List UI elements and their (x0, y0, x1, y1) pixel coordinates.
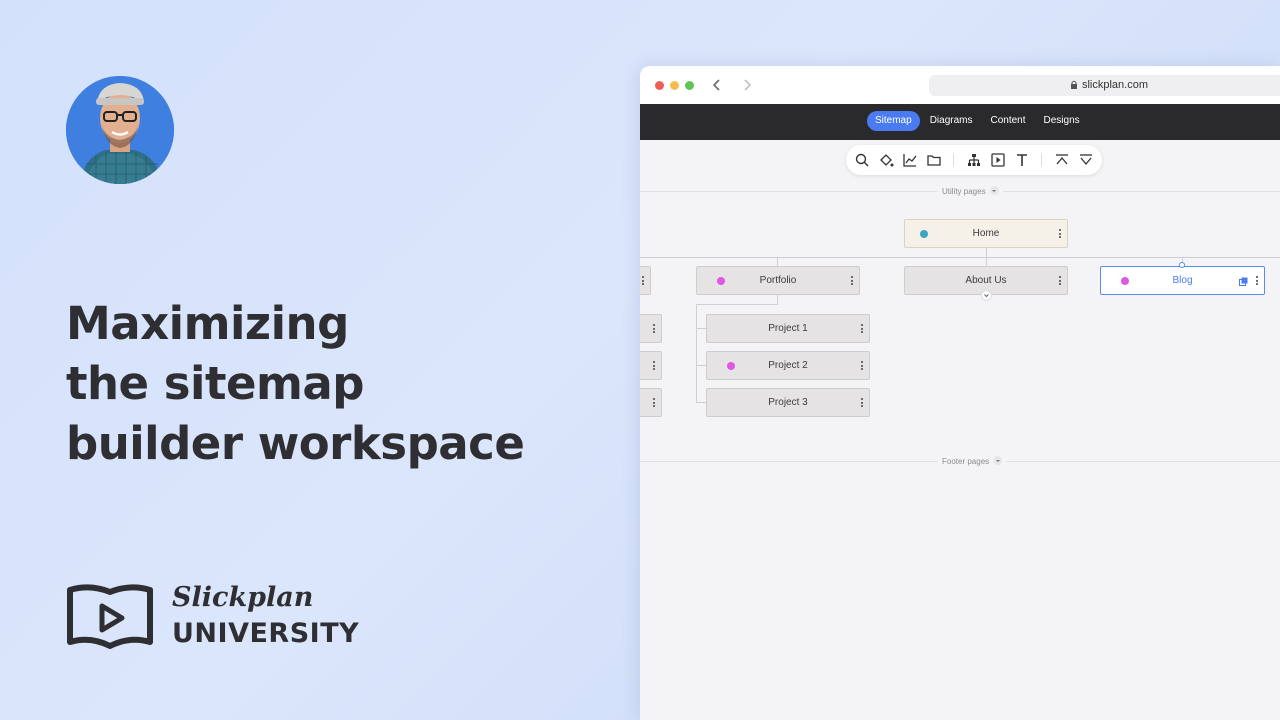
chevron-left-icon[interactable] (711, 78, 723, 92)
node-partial-left[interactable] (640, 388, 662, 417)
more-vertical-icon[interactable] (1059, 229, 1061, 238)
more-vertical-icon[interactable] (1059, 276, 1061, 285)
url-text: slickplan.com (1081, 79, 1149, 91)
chevron-down-icon[interactable] (989, 186, 999, 195)
slickplan-university-logo: Slickplan UNIVERSITY (66, 582, 376, 654)
more-vertical-icon[interactable] (653, 398, 655, 407)
utility-pages-label[interactable]: Utility pages (938, 186, 1003, 196)
search-icon[interactable] (854, 152, 870, 168)
close-window-dot[interactable] (655, 81, 664, 90)
node-label: Project 1 (768, 323, 808, 334)
more-vertical-icon[interactable] (653, 324, 655, 333)
connector (640, 257, 1280, 258)
chart-line-icon[interactable] (902, 152, 918, 168)
node-color-dot (1121, 277, 1129, 285)
folder-icon[interactable] (926, 152, 942, 168)
node-label: Project 3 (768, 397, 808, 408)
toolbar-divider (1041, 154, 1042, 166)
app-header: Sitemap Diagrams Content Designs (640, 104, 1280, 140)
chevron-down-icon (984, 294, 989, 298)
address-bar[interactable]: slickplan.com (929, 75, 1280, 96)
connector (696, 304, 697, 402)
collapse-up-icon[interactable] (1054, 152, 1070, 168)
expand-down-icon[interactable] (1078, 152, 1094, 168)
connector (986, 248, 987, 266)
node-label: Blog (1172, 275, 1193, 286)
connector (777, 295, 778, 304)
title-line-1: Maximizing (66, 297, 349, 350)
connector (696, 402, 706, 403)
node-label: Portfolio (759, 275, 797, 286)
more-vertical-icon[interactable] (642, 276, 644, 285)
title-line-2: the sitemap (66, 357, 364, 410)
minimize-window-dot[interactable] (670, 81, 679, 90)
tab-sitemap[interactable]: Sitemap (867, 111, 920, 131)
footer-pages-text: Footer pages (942, 457, 990, 466)
maximize-window-dot[interactable] (685, 81, 694, 90)
node-blog[interactable]: Blog (1100, 266, 1265, 295)
node-partial-left[interactable] (640, 314, 662, 343)
presenter-avatar (66, 76, 174, 184)
node-partial-left[interactable] (640, 351, 662, 380)
sitemap-toolbar (846, 145, 1102, 175)
node-color-dot (920, 230, 928, 238)
node-label: About Us (965, 275, 1007, 286)
connector (696, 365, 706, 366)
more-vertical-icon[interactable] (861, 361, 863, 370)
page-title: Maximizing the sitemap builder workspace (66, 294, 586, 474)
toolbar-divider (953, 154, 954, 166)
lock-icon (1070, 80, 1077, 89)
book-play-icon (67, 584, 153, 649)
node-color-dot (717, 277, 725, 285)
brand-name-script: Slickplan (172, 582, 314, 613)
browser-window: slickplan.com Sitemap Diagrams Content D… (640, 66, 1280, 720)
node-project-1[interactable]: Project 1 (706, 314, 870, 343)
node-label: Project 2 (768, 360, 808, 371)
utility-pages-text: Utility pages (942, 187, 986, 196)
title-line-3: builder workspace (66, 417, 525, 470)
app-tabs: Sitemap Diagrams Content Designs (867, 111, 1088, 131)
node-color-dot (727, 362, 735, 370)
node-project-3[interactable]: Project 3 (706, 388, 870, 417)
node-connector-dot (1179, 262, 1185, 268)
more-vertical-icon[interactable] (1256, 276, 1258, 285)
sitemap-icon[interactable] (966, 152, 982, 168)
chevron-down-icon[interactable] (993, 456, 1003, 465)
node-portfolio[interactable]: Portfolio (696, 266, 860, 295)
tab-content[interactable]: Content (982, 111, 1033, 131)
node-partial-left[interactable] (640, 266, 651, 295)
more-vertical-icon[interactable] (653, 361, 655, 370)
connector (777, 258, 778, 266)
chevron-right-icon[interactable] (741, 78, 753, 92)
text-icon[interactable] (1014, 152, 1030, 168)
sitemap-canvas[interactable]: Utility pages Home Portfolio About Us Bl… (640, 140, 1280, 720)
paint-bucket-icon[interactable] (878, 152, 894, 168)
more-vertical-icon[interactable] (861, 398, 863, 407)
node-home[interactable]: Home (904, 219, 1068, 248)
copy-icon[interactable] (1239, 277, 1248, 286)
play-box-icon[interactable] (990, 152, 1006, 168)
tab-designs[interactable]: Designs (1036, 111, 1088, 131)
brand-university: UNIVERSITY (172, 618, 360, 649)
node-label: Home (972, 228, 1000, 239)
footer-pages-label[interactable]: Footer pages (938, 456, 1007, 466)
more-vertical-icon[interactable] (851, 276, 853, 285)
more-vertical-icon[interactable] (861, 324, 863, 333)
expand-children-toggle[interactable] (981, 290, 992, 301)
tab-diagrams[interactable]: Diagrams (922, 111, 981, 131)
connector (696, 304, 778, 305)
connector (696, 328, 706, 329)
node-project-2[interactable]: Project 2 (706, 351, 870, 380)
browser-chrome: slickplan.com (640, 66, 1280, 104)
